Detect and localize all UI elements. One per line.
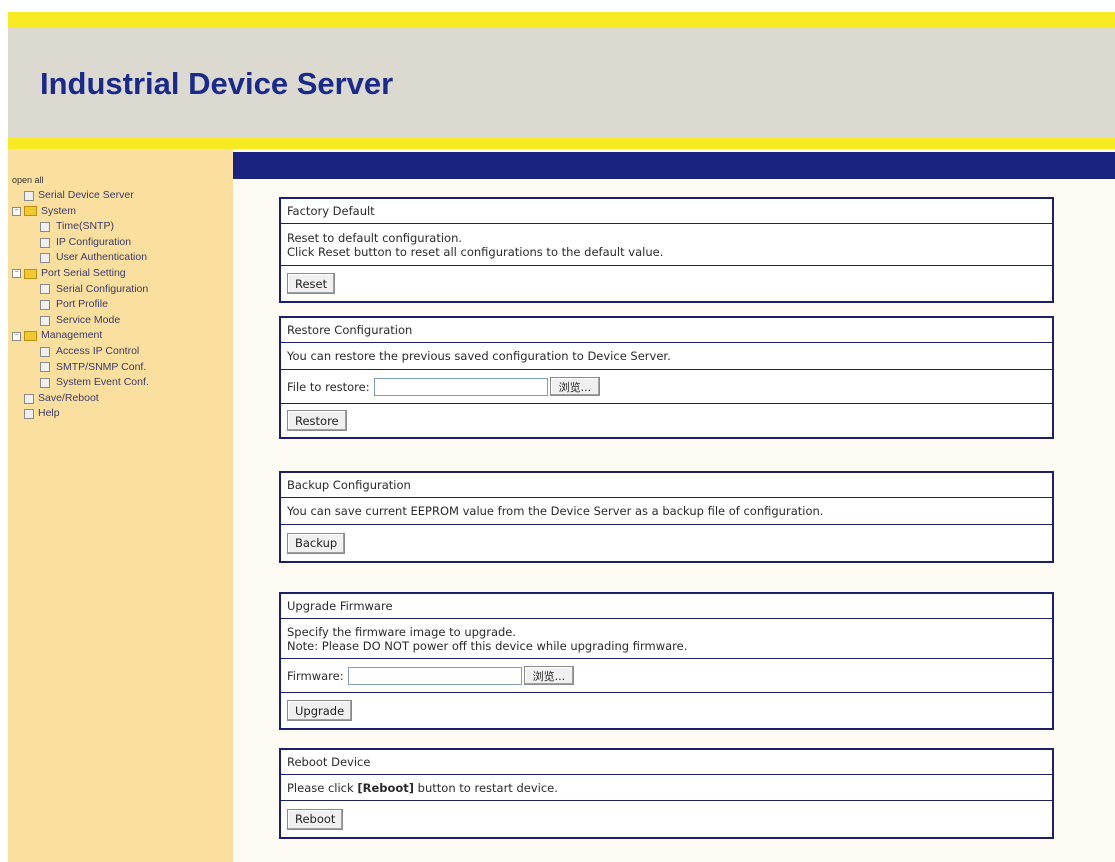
reboot-device-panel: Reboot Device Please click [Reboot] butt… bbox=[279, 748, 1054, 839]
sidebar-item-time-sntp[interactable]: Time(SNTP) bbox=[12, 219, 149, 235]
restore-file-input[interactable] bbox=[373, 377, 548, 396]
firmware-label: Firmware: bbox=[287, 668, 344, 683]
page-icon bbox=[24, 409, 34, 420]
sidebar-item-label: Port Serial Setting bbox=[41, 266, 126, 279]
main-content: Factory Default Reset to default configu… bbox=[233, 149, 1115, 862]
sidebar-item-label: Serial Device Server bbox=[38, 189, 134, 201]
firmware-file-input[interactable] bbox=[347, 666, 522, 685]
page-icon bbox=[40, 237, 50, 248]
sidebar-item-service-mode[interactable]: Service Mode bbox=[12, 313, 149, 329]
reset-button[interactable]: Reset bbox=[287, 273, 336, 294]
page-icon bbox=[40, 377, 50, 388]
sidebar-item-user-authentication[interactable]: User Authentication bbox=[12, 250, 149, 266]
sidebar-item-label: IP Configuration bbox=[56, 235, 132, 248]
panel-actions: Reboot bbox=[281, 801, 1052, 837]
folder-icon bbox=[24, 268, 37, 279]
sidebar-item-ip-configuration[interactable]: IP Configuration bbox=[12, 235, 149, 251]
sidebar-item-label: Save/Reboot bbox=[38, 391, 99, 404]
collapse-toggle-icon[interactable]: − bbox=[12, 206, 21, 216]
sidebar-item-label: Service Mode bbox=[56, 313, 121, 326]
sidebar-item-port-serial-setting[interactable]: − Port Serial Setting bbox=[12, 266, 149, 282]
upgrade-firmware-panel: Upgrade Firmware Specify the firmware im… bbox=[279, 592, 1054, 730]
page-icon bbox=[40, 221, 50, 232]
page-title: Industrial Device Server bbox=[40, 66, 394, 101]
panel-description: You can restore the previous saved confi… bbox=[281, 343, 1052, 370]
page-icon bbox=[40, 299, 50, 310]
sidebar-item-label: SMTP/SNMP Conf. bbox=[56, 360, 147, 373]
sidebar-item-label: Serial Configuration bbox=[56, 282, 149, 295]
description-line: Reset to default configuration. bbox=[287, 230, 463, 245]
restore-button[interactable]: Restore bbox=[287, 410, 347, 431]
browse-button[interactable]: 浏览... bbox=[523, 666, 575, 685]
panel-actions: Restore bbox=[281, 404, 1052, 437]
reboot-desc-post: button to restart device. bbox=[414, 780, 558, 795]
header-top-stripe bbox=[8, 12, 1115, 28]
panel-description: Reset to default configuration. Click Re… bbox=[281, 224, 1052, 266]
collapse-toggle-icon[interactable]: − bbox=[12, 269, 21, 279]
header: Industrial Device Server bbox=[8, 28, 1115, 138]
panel-title: Restore Configuration bbox=[281, 318, 1052, 343]
description-line: Specify the firmware image to upgrade. bbox=[287, 624, 517, 639]
upgrade-button[interactable]: Upgrade bbox=[287, 700, 353, 721]
panel-title: Upgrade Firmware bbox=[281, 594, 1052, 619]
sidebar-item-label: System Event Conf. bbox=[56, 376, 149, 389]
reboot-desc-pre: Please click bbox=[287, 780, 358, 795]
sidebar-item-help[interactable]: Help bbox=[12, 406, 149, 422]
sidebar-item-label: User Authentication bbox=[56, 251, 148, 264]
sidebar-item-label: Help bbox=[38, 407, 60, 420]
panel-actions: Backup bbox=[281, 525, 1052, 561]
description-line: Click Reset button to reset all configur… bbox=[287, 244, 664, 259]
panel-title: Backup Configuration bbox=[281, 473, 1052, 498]
page-icon bbox=[40, 346, 50, 357]
page-icon bbox=[40, 362, 50, 373]
file-to-restore-label: File to restore: bbox=[287, 379, 370, 394]
sidebar-item-label: Access IP Control bbox=[56, 344, 140, 357]
panel-title: Reboot Device bbox=[281, 750, 1052, 775]
nav-tree: Serial Device Server − System Time(SNTP)… bbox=[12, 188, 149, 422]
sidebar-item-label: Time(SNTP) bbox=[56, 220, 114, 233]
page-icon bbox=[40, 315, 50, 326]
sidebar-item-system-event-conf[interactable]: System Event Conf. bbox=[12, 375, 149, 391]
sidebar-item-serial-configuration[interactable]: Serial Configuration bbox=[12, 282, 149, 298]
panel-actions: Reset bbox=[281, 266, 1052, 301]
firmware-file-row: Firmware: 浏览... bbox=[281, 659, 1052, 693]
open-all-link[interactable]: open all bbox=[12, 175, 44, 185]
header-bottom-stripe bbox=[8, 138, 1115, 149]
main-top-bar bbox=[233, 152, 1115, 179]
reboot-button[interactable]: Reboot bbox=[287, 808, 344, 830]
panel-description: Please click [Reboot] button to restart … bbox=[281, 775, 1052, 801]
page-icon bbox=[24, 190, 34, 201]
backup-configuration-panel: Backup Configuration You can save curren… bbox=[279, 471, 1054, 563]
collapse-toggle-icon[interactable]: − bbox=[12, 331, 21, 341]
sidebar-item-management[interactable]: − Management bbox=[12, 328, 149, 344]
reboot-desc-bold: [Reboot] bbox=[357, 780, 415, 795]
sidebar-item-label: Management bbox=[41, 329, 103, 342]
folder-icon bbox=[24, 206, 37, 217]
sidebar-item-port-profile[interactable]: Port Profile bbox=[12, 297, 149, 313]
sidebar-item-system[interactable]: − System bbox=[12, 204, 149, 220]
page-icon bbox=[24, 393, 34, 404]
backup-button[interactable]: Backup bbox=[287, 532, 346, 554]
description-line: Note: Please DO NOT power off this devic… bbox=[287, 638, 688, 653]
panel-title: Factory Default bbox=[281, 199, 1052, 224]
sidebar-item-smtp-snmp-conf[interactable]: SMTP/SNMP Conf. bbox=[12, 360, 149, 376]
sidebar-item-serial-device-server[interactable]: Serial Device Server bbox=[12, 188, 149, 204]
factory-default-panel: Factory Default Reset to default configu… bbox=[279, 197, 1054, 303]
sidebar-item-save-reboot[interactable]: Save/Reboot bbox=[12, 391, 149, 407]
page-icon bbox=[40, 253, 50, 264]
restore-configuration-panel: Restore Configuration You can restore th… bbox=[279, 316, 1054, 439]
panel-description: Specify the firmware image to upgrade. N… bbox=[281, 619, 1052, 659]
sidebar: open all Serial Device Server − System T… bbox=[8, 149, 233, 862]
panel-description: You can save current EEPROM value from t… bbox=[281, 498, 1052, 525]
restore-file-row: File to restore: 浏览... bbox=[281, 370, 1052, 404]
page-icon bbox=[40, 284, 50, 295]
sidebar-item-access-ip-control[interactable]: Access IP Control bbox=[12, 344, 149, 360]
sidebar-item-label: Port Profile bbox=[56, 298, 108, 311]
panel-actions: Upgrade bbox=[281, 693, 1052, 728]
sidebar-item-label: System bbox=[41, 204, 77, 217]
browse-button[interactable]: 浏览... bbox=[549, 377, 601, 396]
folder-icon bbox=[24, 331, 37, 342]
